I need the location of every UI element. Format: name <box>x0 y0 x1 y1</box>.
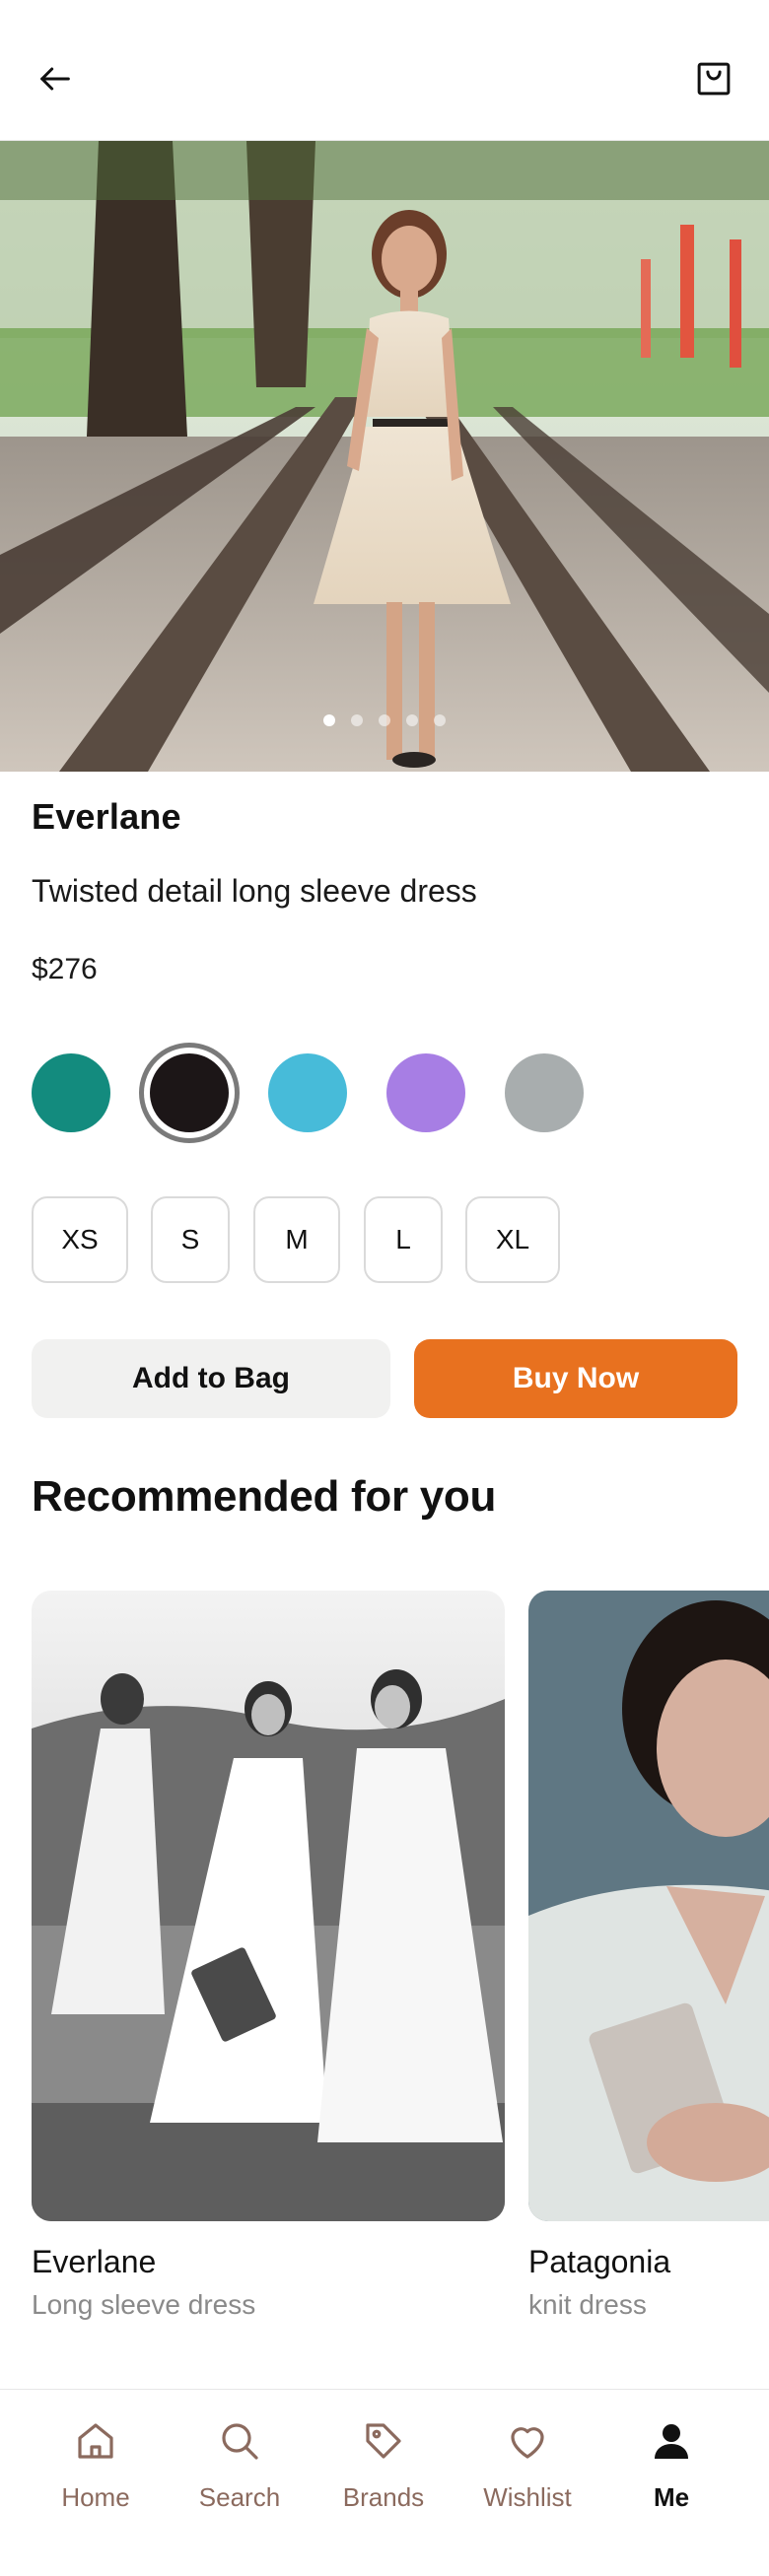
recommended-card-image[interactable] <box>528 1591 769 2221</box>
size-option-m[interactable]: M <box>253 1196 340 1283</box>
size-option-l[interactable]: L <box>364 1196 443 1283</box>
carousel-indicator <box>0 714 769 726</box>
color-swatch-sky-blue[interactable] <box>268 1053 347 1132</box>
color-swatch-gray[interactable] <box>505 1053 584 1132</box>
product-photo <box>32 1591 505 2221</box>
size-option-xl[interactable]: XL <box>465 1196 560 1283</box>
recommended-card-brand: Patagonia <box>528 2244 671 2279</box>
buy-now-button[interactable]: Buy Now <box>414 1339 737 1418</box>
color-swatch-teal[interactable] <box>32 1053 110 1132</box>
carousel-dot[interactable] <box>323 714 335 726</box>
tag-icon <box>366 2423 401 2459</box>
back-button[interactable] <box>24 47 87 110</box>
tab-label: Me <box>653 2482 690 2512</box>
tab-me[interactable]: Me <box>602 2417 740 2526</box>
carousel-dot[interactable] <box>406 714 418 726</box>
tab-label: Wishlist <box>483 2482 572 2512</box>
carousel-dot[interactable] <box>379 714 390 726</box>
product-image-carousel[interactable] <box>0 141 769 772</box>
search-icon <box>222 2423 258 2460</box>
product-photo <box>528 1591 769 2221</box>
tab-search[interactable]: Search <box>171 2417 309 2526</box>
tab-brands[interactable]: Brands <box>315 2417 453 2526</box>
size-option-s[interactable]: S <box>151 1196 230 1283</box>
product-brand: Everlane <box>32 796 181 837</box>
recommended-card-subtitle: knit dress <box>528 2289 647 2320</box>
product-price: $276 <box>32 953 98 985</box>
top-app-bar <box>0 0 769 141</box>
product-name: Twisted detail long sleeve dress <box>32 873 477 909</box>
bottom-tab-bar: Home Search Brands Wishlist Me <box>0 2389 769 2576</box>
tab-label: Search <box>198 2482 281 2512</box>
add-to-bag-button[interactable]: Add to Bag <box>32 1339 390 1418</box>
tab-home[interactable]: Home <box>27 2417 165 2526</box>
bag-button[interactable] <box>682 47 745 110</box>
heart-icon <box>511 2427 544 2459</box>
color-swatch-black[interactable] <box>150 1053 229 1132</box>
carousel-dot[interactable] <box>351 714 363 726</box>
shopping-bag-icon <box>697 62 731 96</box>
section-title-recommended: Recommended for you <box>32 1472 497 1521</box>
tab-label: Brands <box>342 2482 425 2512</box>
recommended-card-image[interactable] <box>32 1591 505 2221</box>
product-photo <box>0 141 769 772</box>
user-icon <box>655 2424 688 2459</box>
tab-wishlist[interactable]: Wishlist <box>458 2417 596 2526</box>
size-option-xs[interactable]: XS <box>32 1196 128 1283</box>
recommended-card-brand: Everlane <box>32 2244 157 2279</box>
carousel-dot[interactable] <box>434 714 446 726</box>
recommended-card-subtitle: Long sleeve dress <box>32 2289 256 2320</box>
arrow-left-icon <box>40 67 70 91</box>
tab-label: Home <box>61 2482 130 2512</box>
color-swatch-lavender[interactable] <box>386 1053 465 1132</box>
home-icon <box>78 2423 113 2459</box>
